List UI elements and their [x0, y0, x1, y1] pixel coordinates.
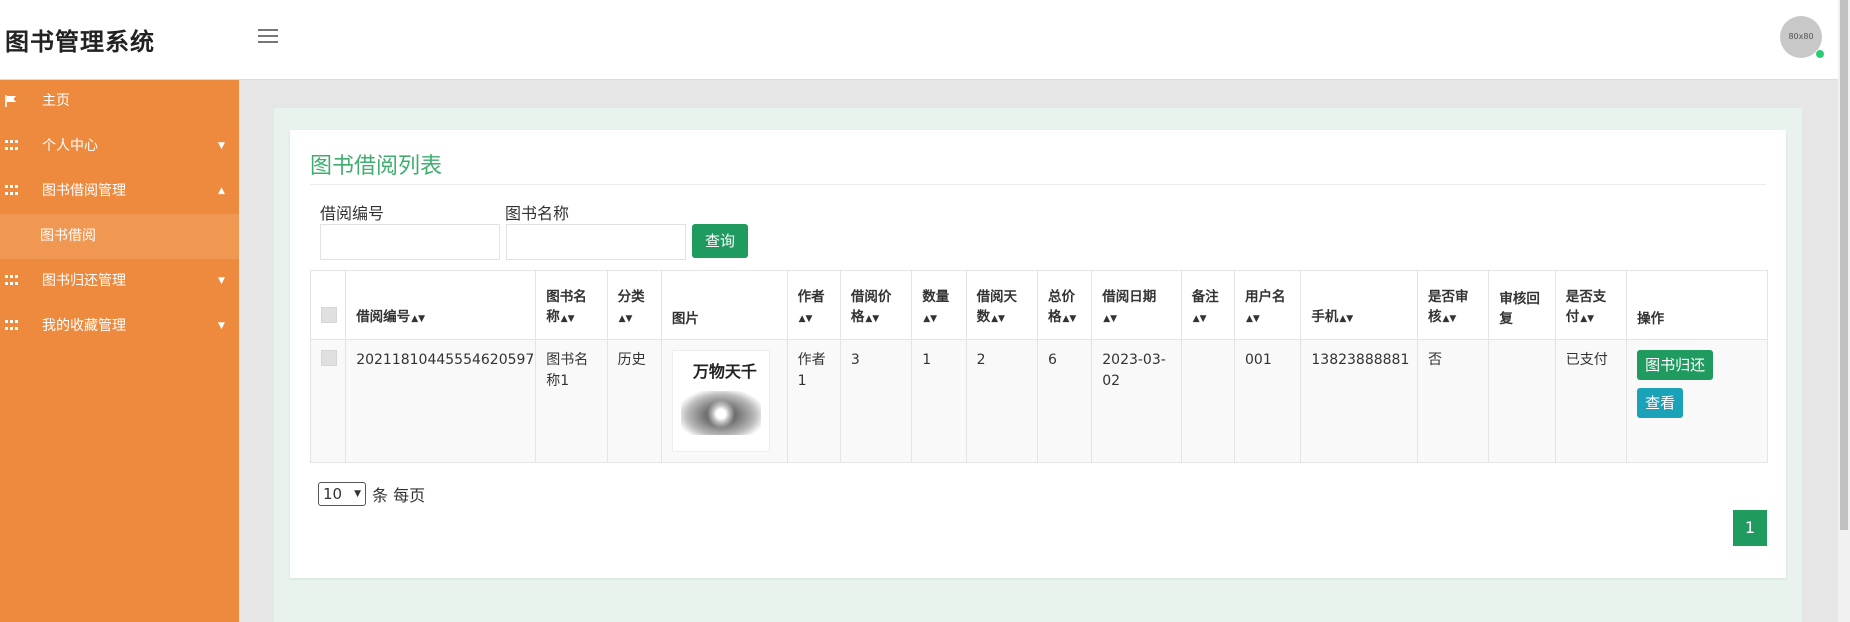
col-header: 图片 — [660, 270, 788, 340]
top-header: 图书管理系统 80x80 — [0, 0, 1838, 80]
col-header[interactable]: 作者 ▲▼ — [786, 270, 841, 340]
page-button-1[interactable]: 1 — [1733, 510, 1767, 546]
table-header-row: 借阅编号▲▼ 图书名称▲▼ 分类 ▲▼ 图片 作者 ▲▼ 借阅价格▲▼ 数量 ▲▼ 借… — [309, 270, 1768, 340]
col-header[interactable]: 手机▲▼ — [1300, 270, 1418, 340]
col-header[interactable]: 图书名称▲▼ — [535, 270, 608, 340]
flag-icon — [5, 95, 16, 107]
grid-icon — [5, 275, 18, 287]
col-header: 审核回复 — [1488, 270, 1556, 340]
sidebar-subitem-book-borrow[interactable]: 图书借阅 — [0, 214, 239, 259]
page-scrollbar[interactable] — [1838, 0, 1850, 622]
col-header[interactable]: 数量 ▲▼ — [911, 270, 967, 340]
page-size-suffix: 条 每页 — [372, 486, 426, 505]
page-size-select[interactable]: 10 ▼ — [318, 482, 366, 506]
col-header: 操作 — [1626, 270, 1768, 340]
grid-icon — [5, 185, 18, 197]
sidebar-item-label: 我的收藏管理 — [42, 318, 126, 334]
cell-author: 作者1 — [786, 339, 841, 463]
cell-date: 2023-03-02 — [1091, 339, 1182, 463]
cell-paid: 已支付 — [1554, 339, 1628, 463]
cell-total: 6 — [1036, 339, 1093, 463]
cell-phone: 13823888881 — [1300, 339, 1418, 463]
cell-cover: 万物天千 — [660, 339, 788, 463]
title-divider — [310, 184, 1766, 185]
row-checkbox[interactable] — [309, 339, 347, 463]
col-header[interactable]: 总价格▲▼ — [1036, 270, 1093, 340]
grid-icon — [5, 320, 18, 332]
col-header[interactable]: 用户名▲▼ — [1234, 270, 1302, 340]
chevron-up-icon: ▲ — [218, 186, 225, 196]
col-header[interactable]: 是否支付▲▼ — [1554, 270, 1628, 340]
cell-category: 历史 — [606, 339, 662, 463]
sidebar-item-favorites-management[interactable]: 我的收藏管理 ▼ — [0, 304, 239, 349]
col-header[interactable]: 借阅价格▲▼ — [839, 270, 913, 340]
query-button[interactable]: 查询 — [692, 224, 748, 258]
return-book-button[interactable]: 图书归还 — [1637, 350, 1714, 380]
sidebar-item-home[interactable]: 主页 — [0, 79, 239, 124]
sidebar-item-label: 图书归还管理 — [42, 273, 126, 289]
scrollbar-thumb[interactable] — [1840, 0, 1848, 530]
page-size-value: 10 — [323, 485, 343, 503]
book-name-input[interactable] — [506, 224, 686, 260]
borrow-table: 借阅编号▲▼ 图书名称▲▼ 分类 ▲▼ 图片 作者 ▲▼ 借阅价格▲▼ 数量 ▲▼ 借… — [309, 270, 1768, 463]
table-row: 20211810445554620597 图书名称1 历史 万物天千 作者1 3… — [309, 339, 1768, 463]
app-title: 图书管理系统 — [5, 28, 155, 56]
cell-book-name: 图书名称1 — [535, 339, 608, 463]
cell-reply — [1488, 339, 1556, 463]
online-status-icon — [1815, 49, 1825, 59]
borrow-list-panel: 图书借阅列表 借阅编号 图书名称 查询 借阅编号▲▼ 图书名称▲▼ 分类 ▲▼ 图… — [290, 130, 1786, 578]
cell-username: 001 — [1234, 339, 1302, 463]
col-header[interactable]: 是否审核▲▼ — [1416, 270, 1490, 340]
book-cover-image: 万物天千 — [671, 350, 770, 452]
menu-toggle-icon[interactable] — [258, 29, 278, 45]
chevron-down-icon: ▼ — [218, 321, 225, 331]
cell-remark — [1180, 339, 1236, 463]
sidebar-item-label: 图书借阅管理 — [42, 183, 126, 199]
cell-actions: 图书归还 查看 — [1626, 339, 1768, 463]
col-header[interactable]: 借阅日期 ▲▼ — [1091, 270, 1182, 340]
sidebar-item-label: 个人中心 — [42, 138, 98, 154]
col-header[interactable]: 借阅编号▲▼ — [345, 270, 537, 340]
sidebar-item-personal-center[interactable]: 个人中心 ▼ — [0, 124, 239, 169]
chevron-down-icon: ▼ — [218, 276, 225, 286]
cell-price: 3 — [839, 339, 913, 463]
chevron-down-icon: ▼ — [218, 141, 225, 151]
cover-title: 万物天千 — [692, 362, 757, 381]
borrow-no-input[interactable] — [320, 224, 500, 260]
view-button[interactable]: 查看 — [1637, 388, 1684, 418]
book-name-label: 图书名称 — [505, 204, 570, 223]
col-header[interactable]: 借阅天数▲▼ — [965, 270, 1038, 340]
sidebar: 主页 个人中心 ▼ 图书借阅管理 ▲ 图书借阅 图书归还管理 ▼ 我的收藏管理 … — [0, 79, 239, 622]
select-all-checkbox[interactable] — [309, 270, 347, 340]
col-header[interactable]: 备注 ▲▼ — [1180, 270, 1236, 340]
grid-icon — [5, 140, 18, 152]
chevron-down-icon: ▼ — [354, 489, 361, 499]
cell-reviewed: 否 — [1416, 339, 1490, 463]
sidebar-item-label: 主页 — [42, 93, 70, 109]
sidebar-item-return-management[interactable]: 图书归还管理 ▼ — [0, 259, 239, 304]
page-title: 图书借阅列表 — [310, 154, 443, 179]
cell-days: 2 — [965, 339, 1038, 463]
borrow-no-label: 借阅编号 — [320, 204, 385, 223]
col-header[interactable]: 分类 ▲▼ — [606, 270, 662, 340]
sidebar-item-borrow-management[interactable]: 图书借阅管理 ▲ — [0, 169, 239, 214]
cell-quantity: 1 — [911, 339, 967, 463]
cell-borrow-no: 20211810445554620597 — [345, 339, 537, 463]
